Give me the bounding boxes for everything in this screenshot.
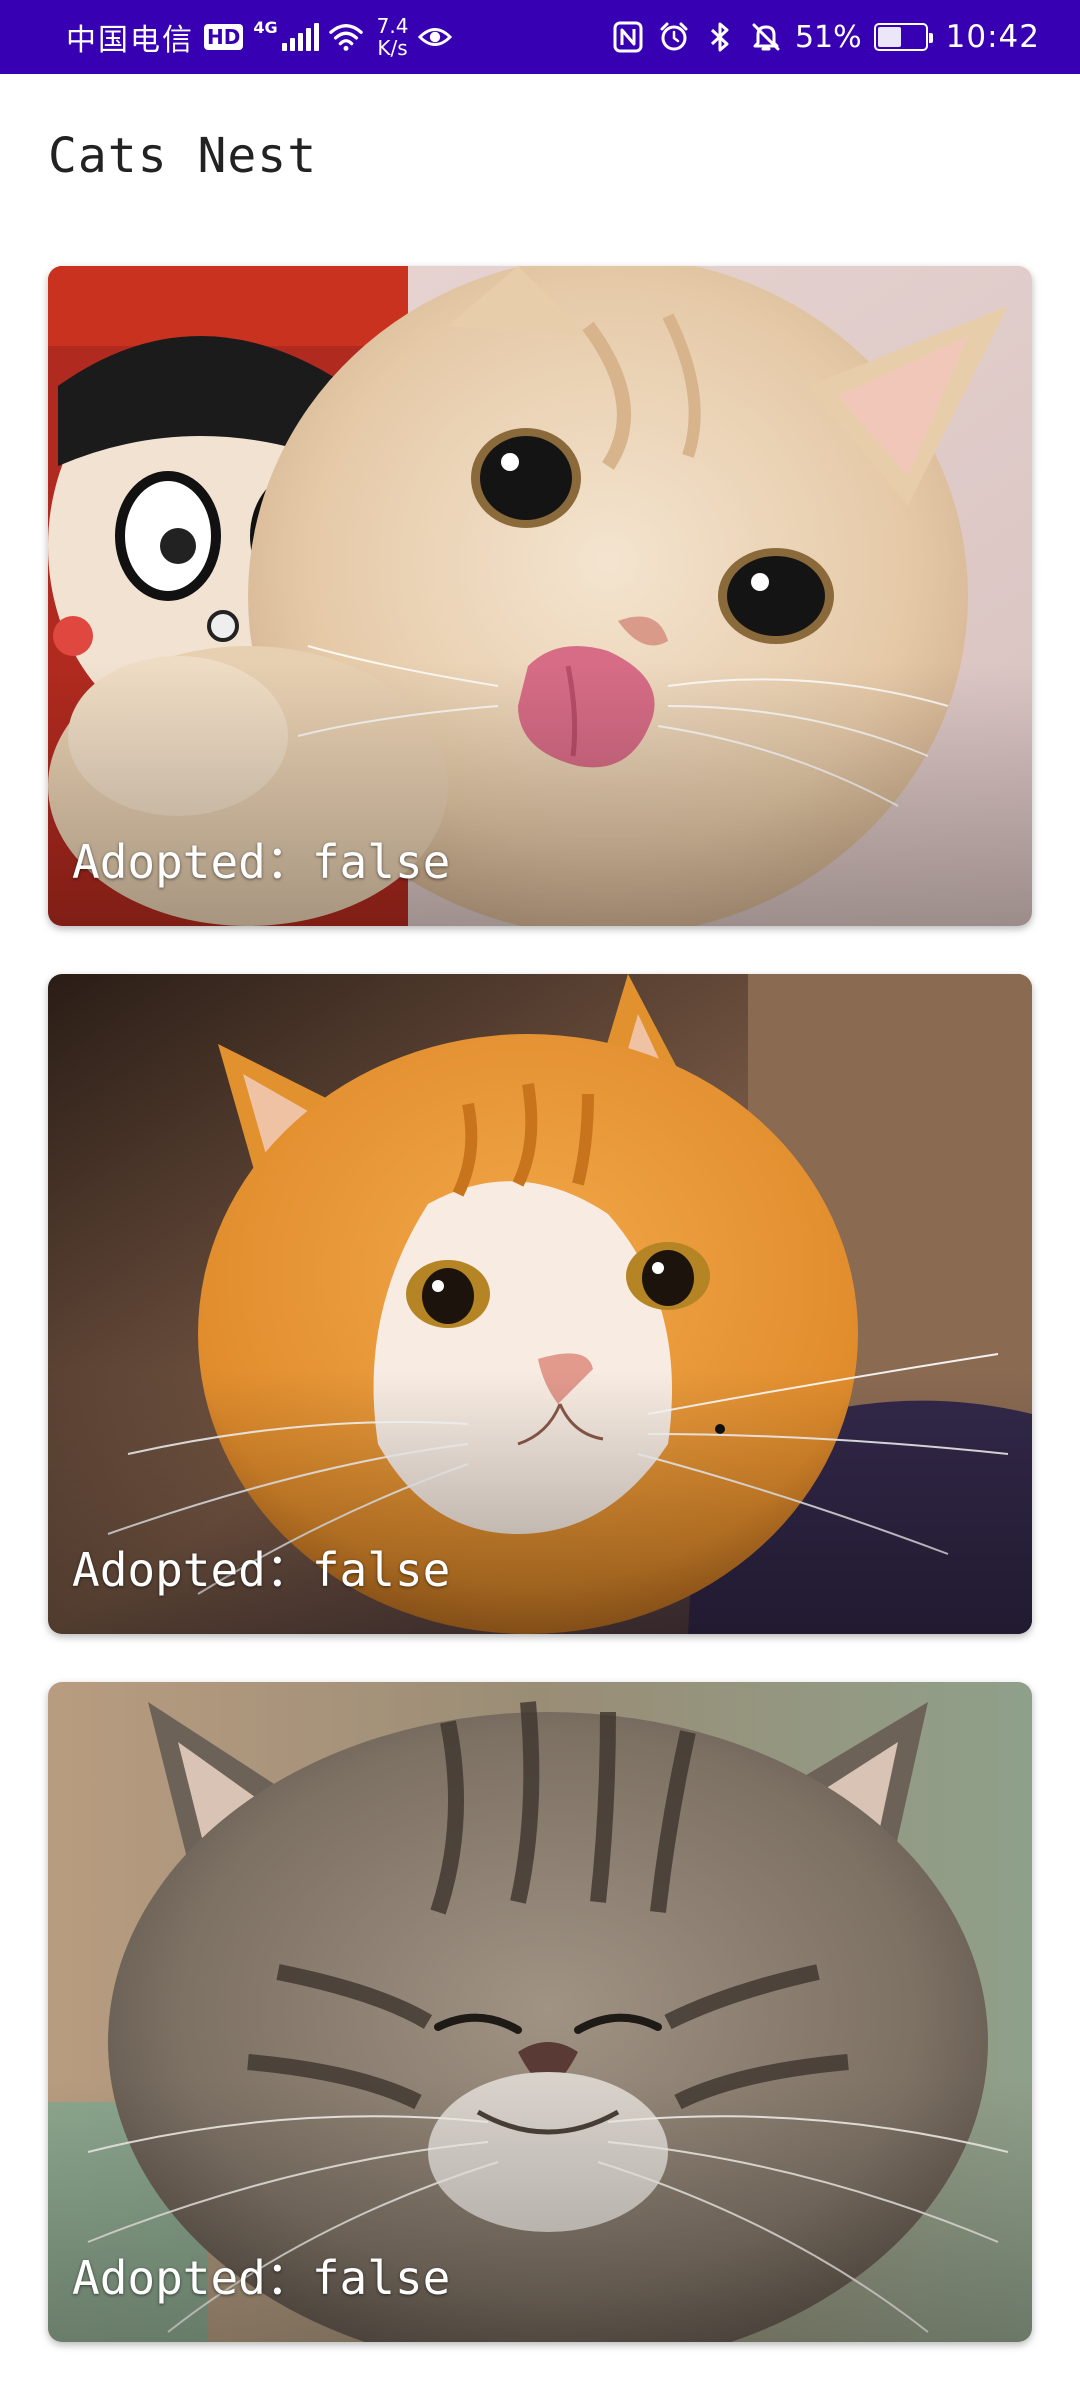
speed-unit: K/s bbox=[377, 36, 408, 60]
battery-icon bbox=[873, 23, 933, 51]
carrier-name: 中国电信 bbox=[66, 23, 194, 58]
adopted-status: Adopted：false bbox=[72, 2251, 451, 2305]
status-bar-right: 51% 10:42 bbox=[611, 0, 1040, 74]
wifi-icon bbox=[328, 20, 363, 54]
adopted-status: Adopted：false bbox=[72, 835, 451, 889]
cat-card[interactable]: Adopted：false bbox=[48, 266, 1032, 926]
cat-card[interactable]: Adopted：false bbox=[48, 974, 1032, 1634]
speed-value: 7.4 bbox=[376, 14, 409, 38]
hd-icon: HD bbox=[204, 24, 244, 50]
alarm-icon bbox=[657, 20, 691, 54]
network-speed: 7.4 K/s bbox=[377, 15, 409, 59]
cat-card[interactable]: Adopted：false bbox=[48, 1682, 1032, 2342]
mute-icon bbox=[749, 20, 783, 54]
eye-icon bbox=[418, 20, 453, 54]
nfc-icon bbox=[611, 20, 645, 54]
bluetooth-icon bbox=[703, 20, 737, 54]
adopted-status: Adopted：false bbox=[72, 1543, 451, 1597]
status-bar: 中国电信 HD 4G 7.4 K/s 51% 10:42 bbox=[0, 0, 1080, 74]
network-type: 4G bbox=[253, 18, 278, 37]
battery-percent: 51% bbox=[794, 19, 862, 55]
battery-level bbox=[877, 27, 902, 47]
app-title: Cats Nest bbox=[48, 128, 318, 184]
cat-list[interactable]: Adopted：false Adopted：false Adopted：fals… bbox=[48, 266, 1032, 2390]
status-bar-left: 中国电信 HD 4G 7.4 K/s bbox=[66, 0, 453, 74]
signal-icon bbox=[281, 23, 319, 51]
clock: 10:42 bbox=[945, 19, 1040, 55]
